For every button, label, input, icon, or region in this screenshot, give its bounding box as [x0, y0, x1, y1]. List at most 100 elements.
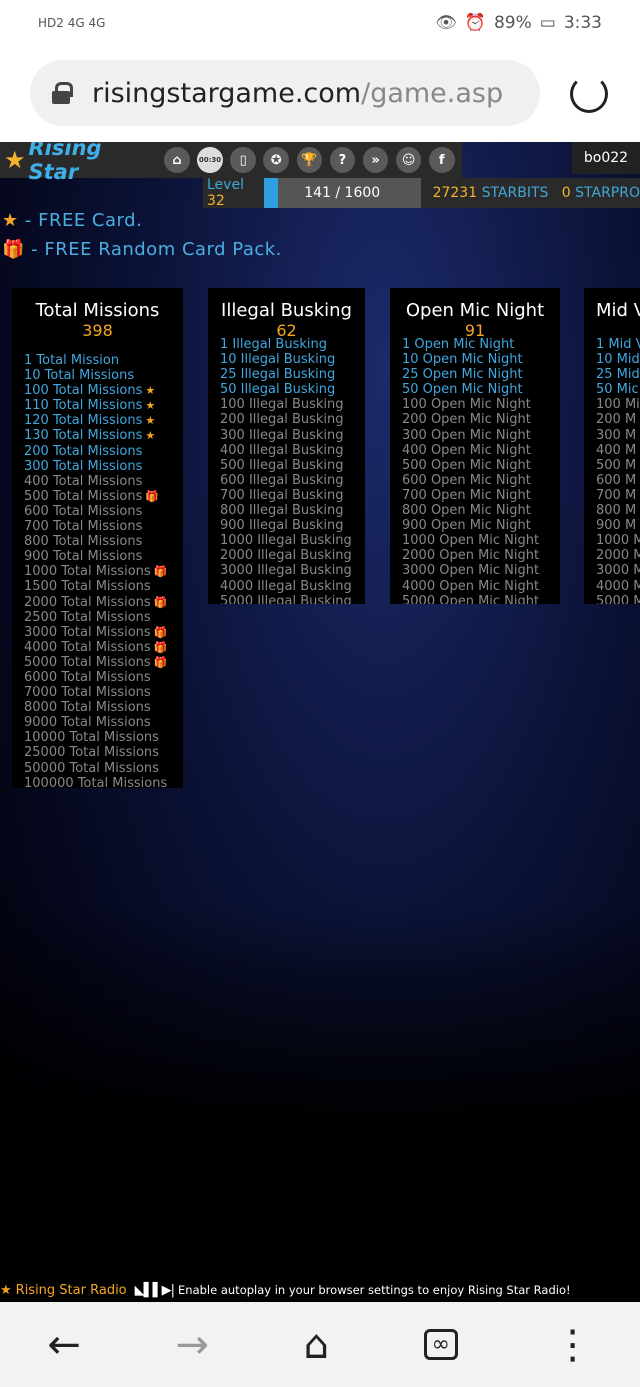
mission-label: 8000 Total Missions [24, 700, 151, 716]
mission-item: 25 Open Mic Night [402, 367, 560, 382]
home-icon[interactable]: ⌂ [164, 147, 190, 173]
mission-item: 400 Illegal Busking [220, 443, 365, 458]
cards-icon[interactable]: ▯ [230, 147, 256, 173]
star-icon: ★ [145, 399, 156, 413]
mission-label: 200 Illegal Busking [220, 412, 344, 428]
mission-label: 4000 M [596, 578, 640, 594]
back-icon[interactable]: ← [47, 1322, 81, 1368]
mission-label: 100 Mi [596, 397, 640, 413]
legend-free-card: ★ - FREE Card. [2, 210, 142, 231]
mission-column: Total Missions 398 1 Total Mission 10 Total… [12, 288, 183, 788]
mission-label: 1000 Open Mic Night [402, 533, 540, 549]
mission-label: 600 Open Mic Night [402, 472, 531, 488]
level: Level 32 [203, 177, 264, 209]
alarm-icon: ⏰ [464, 12, 486, 33]
mission-item: 25 Mid [596, 367, 640, 382]
level-value: 32 [207, 193, 225, 209]
mission-item: 3000 Illegal Busking [220, 563, 365, 578]
trophy-icon[interactable]: 🏆 [296, 147, 323, 173]
xp-progress-fill [263, 178, 278, 208]
star-icon: ★ [145, 384, 156, 398]
mission-item: 50000 Total Missions [24, 761, 183, 776]
mission-label: 100 Illegal Busking [220, 397, 344, 413]
mission-label: 300 Illegal Busking [220, 427, 344, 443]
mission-item: 3000 Open Mic Night [402, 563, 560, 578]
tabs-icon[interactable]: ∞ [423, 1329, 458, 1360]
reload-icon[interactable] [570, 75, 608, 113]
mission-item: 900 Open Mic Night [402, 518, 560, 533]
mission-item: 5000 Open Mic Night [402, 594, 560, 604]
mission-label: 800 M [596, 503, 637, 519]
mission-item: 130 Total Missions ★ [24, 428, 183, 443]
radio-title[interactable]: Rising Star Radio [16, 1283, 127, 1298]
mission-item: 25000 Total Missions [24, 745, 183, 760]
mission-item: 50 Illegal Busking [220, 382, 365, 397]
gift-icon: 🎁 [153, 640, 168, 654]
help-icon[interactable]: ? [329, 147, 356, 173]
mission-label: 400 Total Missions [24, 473, 143, 489]
mission-item: 600 Open Mic Night [402, 473, 560, 488]
mission-column: Open Mic Night 91 1 Open Mic Night 10 Open … [390, 288, 560, 604]
mission-item: 4000 M [596, 579, 640, 594]
mission-item: 800 Open Mic Night [402, 503, 560, 518]
mission-label: 900 M [596, 518, 637, 534]
xp-progress: 141 / 1600 [263, 178, 421, 208]
mission-item: 100000 Total Missions [24, 776, 183, 788]
mission-label: 5000 Illegal Busking [220, 593, 352, 604]
mission-item: 900 Illegal Busking [220, 518, 365, 533]
username[interactable]: bo022 [572, 142, 640, 174]
mission-item: 1500 Total Missions [24, 579, 183, 594]
discord-icon[interactable]: ☺ [395, 147, 422, 173]
mission-item: 3000 Total Missions 🎁 [24, 625, 183, 640]
mission-item: 10 Total Missions [24, 368, 183, 383]
mission-item: 100 Open Mic Night [402, 397, 560, 412]
mission-item: 10 Mid [596, 352, 640, 367]
mission-item: 100 Illegal Busking [220, 397, 365, 412]
mission-label: 600 M [596, 472, 637, 488]
mission-item: 4000 Open Mic Night [402, 579, 560, 594]
mission-label: 3000 Illegal Busking [220, 563, 352, 579]
mission-item: 200 M [596, 412, 640, 427]
stopwatch-icon[interactable]: 00:30 [197, 147, 223, 173]
column-count: 62 [276, 321, 297, 340]
mission-label: 300 Open Mic Night [402, 427, 531, 443]
mission-item: 1 Open Mic Night [402, 337, 560, 352]
award-icon[interactable]: ✪ [263, 147, 290, 173]
mission-item: 120 Total Missions ★ [24, 413, 183, 428]
mission-label: 200 M [596, 412, 637, 428]
mission-label: 50 Open Mic Night [402, 382, 523, 398]
address-bar[interactable]: risingstargame.com/game.asp [30, 60, 540, 126]
mission-item: 600 M [596, 473, 640, 488]
clock: 3:33 [563, 12, 602, 33]
mission-item: 7000 Total Missions [24, 685, 183, 700]
hive-icon[interactable]: » [362, 147, 389, 173]
mission-item: 400 Open Mic Night [402, 443, 560, 458]
mission-label: 2000 Illegal Busking [220, 548, 352, 564]
mission-item: 800 Total Missions [24, 534, 183, 549]
mission-label: 5000 Open Mic Night [402, 593, 540, 604]
mission-label: 200 Total Missions [24, 443, 143, 459]
star-logo-icon: ★ [4, 146, 26, 174]
radio-controls[interactable]: ◣▌▌▶| [135, 1283, 175, 1298]
mission-label: 300 M [596, 427, 637, 443]
radio-message: Enable autoplay in your browser settings… [178, 1283, 571, 1297]
mission-label: 5000 Total Missions [24, 654, 151, 670]
network-indicators: HD2 4G 4G [38, 15, 106, 30]
logo[interactable]: ★ Rising Star [4, 142, 156, 184]
legend-free-card-text: - FREE Card. [24, 210, 143, 231]
mission-item: 200 Open Mic Night [402, 412, 560, 427]
crowd-background [0, 902, 640, 1278]
home-icon[interactable]: ⌂ [304, 1322, 329, 1368]
mission-item: 1 Illegal Busking [220, 337, 365, 352]
level-bar: Level 32 141 / 1600 27231 STARBITS 0 STA… [203, 177, 640, 209]
mission-item: 10000 Total Missions [24, 730, 183, 745]
url-host: risingstargame.com [92, 77, 362, 109]
mission-label: 10 Total Missions [24, 368, 135, 384]
eye-icon: 👁 [435, 12, 457, 33]
menu-icon[interactable]: ⋮ [553, 1322, 593, 1368]
facebook-icon[interactable]: f [428, 147, 455, 173]
forward-icon[interactable]: → [175, 1322, 209, 1368]
gift-icon: 🎁 [153, 565, 168, 579]
mission-label: 25 Open Mic Night [402, 367, 523, 383]
xp-progress-text: 141 / 1600 [304, 185, 381, 201]
